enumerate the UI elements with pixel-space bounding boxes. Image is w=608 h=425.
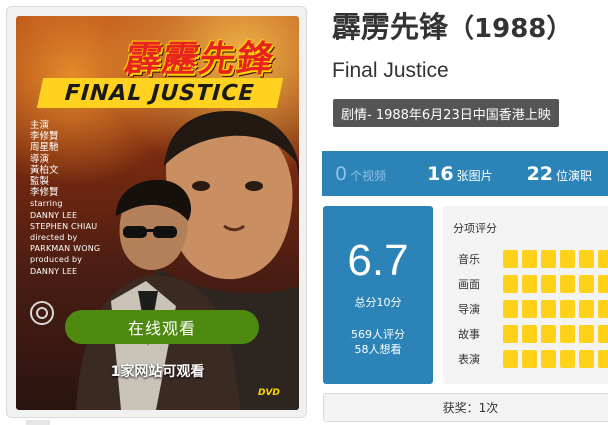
rating-bar-cell — [541, 325, 556, 343]
rating-bar-cell — [522, 300, 537, 318]
poster-title-en: FINAL JUSTICE — [64, 80, 256, 106]
dvd-logo: DVD — [258, 388, 280, 398]
rating-bar-cell — [503, 250, 518, 268]
genre-release-tag: 剧情- 1988年6月23日中国香港上映 — [333, 99, 559, 127]
wants-count: 58人想看 — [354, 343, 402, 356]
credit-line: 周星馳 — [30, 142, 59, 154]
images-count: 16 — [427, 162, 454, 185]
movie-title: 霹雳先锋（1988） — [332, 4, 572, 46]
rating-bar-cell — [541, 350, 556, 368]
breakdown-label: 故事 — [458, 328, 480, 341]
movie-title-text: 霹雳先锋 — [332, 10, 449, 44]
rating-bar-cell — [598, 350, 608, 368]
cast-crew-count: 22 — [526, 162, 554, 185]
credit-line: 主演 — [30, 120, 50, 131]
rating-bar-cell — [522, 250, 537, 268]
credit-line: 監製 — [30, 176, 50, 188]
original-title: Final Justice — [332, 59, 449, 82]
stats-bar: 0 个视频 16 张图片 22 位演职 — [322, 151, 608, 196]
credit-line: 李修賢 — [30, 131, 59, 143]
breakdown-title: 分项评分 — [453, 222, 497, 235]
rating-bar-cell — [560, 275, 575, 293]
rating-bar-cell — [541, 250, 556, 268]
rating-bar-cell — [522, 325, 537, 343]
watch-online-button[interactable]: 在线观看 — [65, 310, 259, 344]
credit-line: directed by — [30, 233, 78, 243]
breakdown-row-director: 导演 — [443, 300, 608, 318]
rating-bar-cell — [579, 325, 594, 343]
breakdown-label: 导演 — [458, 303, 480, 316]
credit-line: DANNY LEE — [30, 210, 78, 220]
rating-bar-cell — [560, 300, 575, 318]
movie-poster[interactable]: 霹靂先鋒 FINAL JUSTICE 主演 李修賢 周星馳 導演 黃柏文 監製 … — [16, 16, 299, 410]
cast-crew-stat[interactable]: 22 位演职 — [527, 163, 592, 185]
awards-button[interactable]: 获奖：1次 — [323, 393, 608, 422]
poster-title-cn: 霹靂先鋒 — [121, 38, 278, 80]
rating-bar-cell — [579, 275, 594, 293]
rating-bar-cell — [503, 350, 518, 368]
breakdown-row-music: 音乐 — [443, 250, 608, 268]
rating-bar-cell — [522, 275, 537, 293]
available-sites-text[interactable]: 1家网站可观看 — [16, 361, 299, 381]
credit-line: 李修賢 — [30, 187, 59, 199]
breakdown-label: 画面 — [458, 278, 480, 291]
breakdown-label: 表演 — [458, 353, 480, 366]
poster-credits: 主演 李修賢 周星馳 導演 黃柏文 監製 李修賢 starring DANNY … — [30, 120, 100, 277]
breakdown-bars — [503, 300, 608, 318]
rating-bar-cell — [503, 275, 518, 293]
credit-line: PARKMAN WONG — [30, 244, 101, 254]
videos-count: 0 — [335, 162, 348, 185]
breakdown-bars — [503, 250, 608, 268]
rating-bar-cell — [522, 350, 537, 368]
rating-bar-cell — [541, 275, 556, 293]
rating-bar-cell — [541, 300, 556, 318]
breakdown-row-story: 故事 — [443, 325, 608, 343]
credit-line: DANNY LEE — [30, 266, 78, 276]
poster-card: 霹靂先鋒 FINAL JUSTICE 主演 李修賢 周星馳 導演 黃柏文 監製 … — [6, 6, 307, 418]
rating-bar-cell — [503, 300, 518, 318]
poster-title-en-banner: FINAL JUSTICE — [36, 78, 284, 108]
videos-label: 个视频 — [350, 168, 387, 183]
score-value: 6.7 — [347, 236, 409, 285]
rating-bar-cell — [560, 325, 575, 343]
rating-bar-cell — [579, 350, 594, 368]
rating-bar-cell — [598, 300, 608, 318]
credit-line: 黃柏文 — [30, 164, 59, 176]
bottom-tab-stub[interactable] — [26, 420, 50, 425]
score-box: 6.7 总分10分 569人评分 58人想看 — [323, 206, 433, 384]
rating-bar-cell — [598, 250, 608, 268]
raters-count: 569人评分 — [351, 328, 405, 341]
videos-stat[interactable]: 0 个视频 — [335, 163, 386, 185]
breakdown-row-visual: 画面 — [443, 275, 608, 293]
movie-detail-page: 霹靂先鋒 FINAL JUSTICE 主演 李修賢 周星馳 導演 黃柏文 監製 … — [0, 0, 608, 425]
cast-crew-label: 位演职 — [556, 168, 593, 183]
rating-bar-cell — [560, 350, 575, 368]
rating-bar-cell — [503, 325, 518, 343]
movie-year: （1988） — [448, 14, 573, 44]
breakdown-bars — [503, 325, 608, 343]
credit-line: starring — [30, 199, 63, 209]
rating-breakdown: 分项评分 音乐 画面 导演 故事 表演 — [443, 206, 608, 384]
credit-line: 導演 — [30, 153, 50, 165]
rating-bar-cell — [598, 275, 608, 293]
rating-bar-cell — [560, 250, 575, 268]
score-scale: 总分10分 — [354, 296, 402, 309]
credit-line: STEPHEN CHIAU — [30, 221, 98, 231]
score-counts: 569人评分 58人想看 — [323, 327, 433, 357]
images-label: 张图片 — [456, 168, 493, 183]
credit-line: produced by — [30, 255, 83, 265]
breakdown-bars — [503, 350, 608, 368]
breakdown-label: 音乐 — [458, 253, 480, 266]
rating-bar-cell — [598, 325, 608, 343]
breakdown-row-acting: 表演 — [443, 350, 608, 368]
rating-bar-cell — [579, 300, 594, 318]
images-stat[interactable]: 16 张图片 — [427, 163, 492, 185]
breakdown-bars — [503, 275, 608, 293]
rating-bar-cell — [579, 250, 594, 268]
